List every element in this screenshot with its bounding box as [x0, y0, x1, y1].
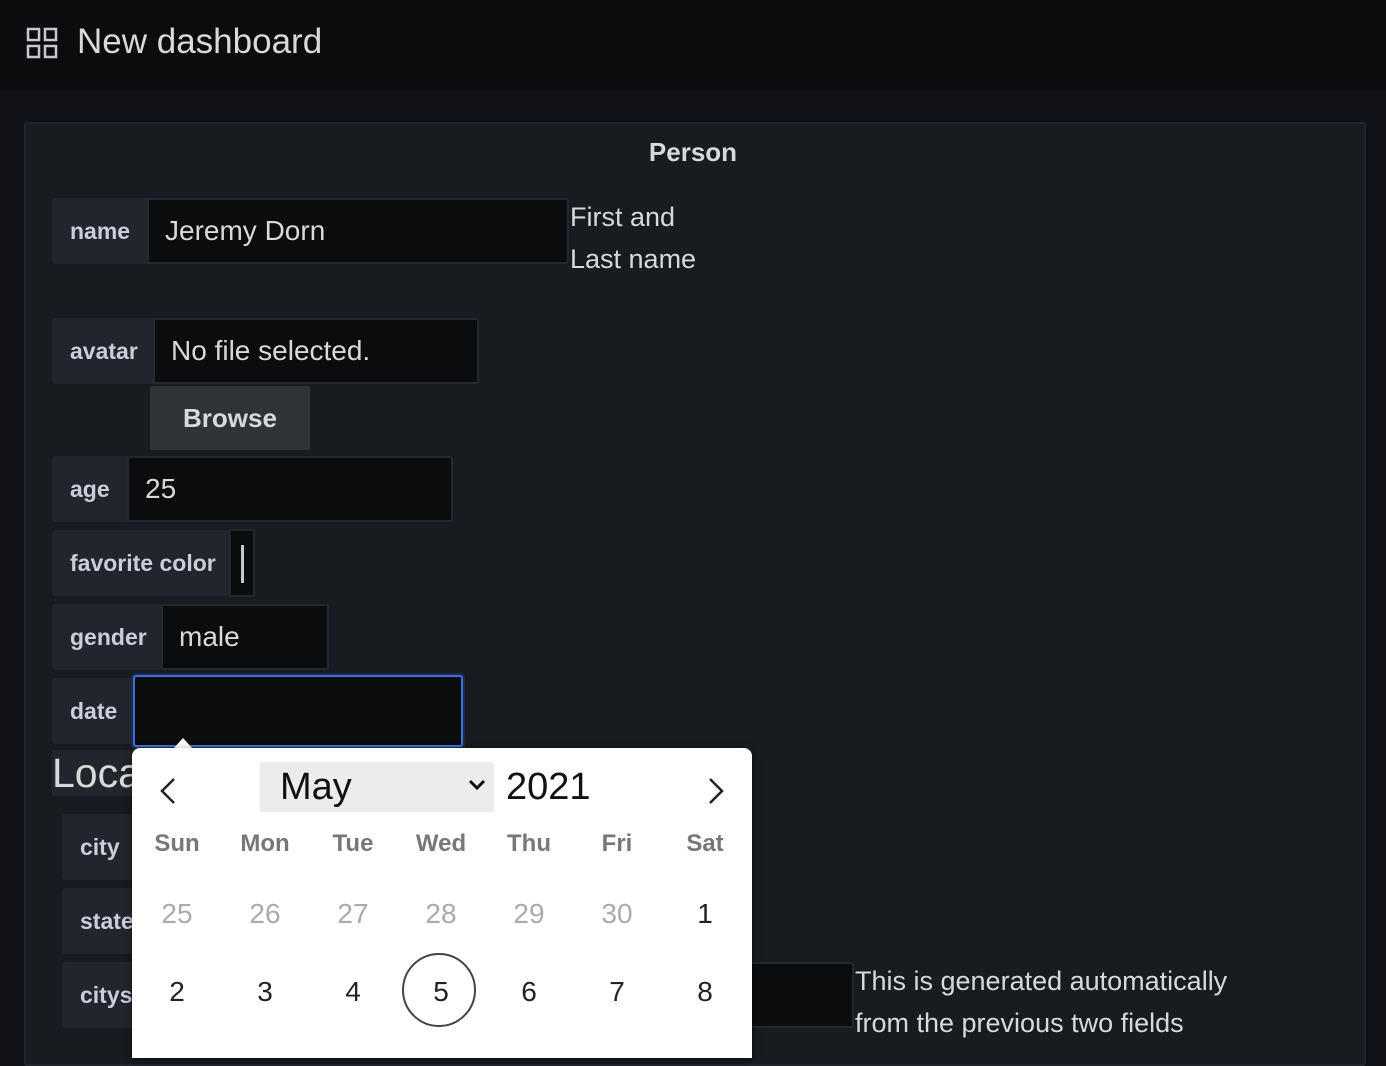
day-cell[interactable]: 2: [133, 976, 221, 1008]
name-help-line2: Last name: [570, 244, 697, 274]
favorite-color-input[interactable]: [229, 529, 255, 597]
date-input[interactable]: [133, 675, 463, 747]
day-cell[interactable]: 29: [485, 898, 573, 930]
citystate-help-line1: This is generated automatically: [855, 966, 1228, 996]
favorite-color-label: favorite color: [52, 530, 230, 596]
dashboard-title[interactable]: New dashboard: [77, 22, 322, 62]
weekday-fri: Fri: [601, 830, 633, 857]
day-cell[interactable]: 30: [573, 898, 661, 930]
weekday-sun: Sun: [154, 830, 200, 857]
day-cell[interactable]: 1: [661, 898, 749, 930]
day-cell[interactable]: 25: [133, 898, 221, 930]
avatar-file-input[interactable]: No file selected.: [153, 318, 479, 384]
day-cell[interactable]: 26: [221, 898, 309, 930]
day-cell[interactable]: 6: [485, 976, 573, 1008]
name-help-line1: First and: [570, 202, 676, 232]
day-cell[interactable]: 27: [309, 898, 397, 930]
name-help: First and Last name: [570, 196, 696, 280]
weekday-wed: Wed: [415, 830, 467, 857]
day-cell[interactable]: 4: [309, 976, 397, 1008]
chevron-left-icon: [160, 778, 175, 804]
grid-icon: [26, 27, 58, 59]
avatar-label: avatar: [52, 318, 154, 384]
month-select[interactable]: May: [260, 762, 494, 812]
prev-month-button[interactable]: [152, 771, 186, 811]
datepicker-popup: May 2021 Sun Mon Tue Wed Thu Fri Sat 25 …: [132, 748, 752, 1058]
name-input[interactable]: Jeremy Dorn: [147, 198, 569, 264]
gender-label: gender: [52, 604, 162, 670]
top-bar: New dashboard: [0, 0, 1386, 90]
browse-button[interactable]: Browse: [150, 386, 310, 450]
weekday-sat: Sat: [686, 830, 724, 857]
chevron-down-icon: [468, 779, 486, 791]
gender-select[interactable]: male: [161, 604, 329, 670]
citystate-input[interactable]: [740, 962, 854, 1028]
color-swatch: [241, 545, 244, 583]
next-month-button[interactable]: [698, 771, 732, 811]
day-cell-selected[interactable]: 5: [397, 976, 485, 1008]
day-cell[interactable]: 3: [221, 976, 309, 1008]
citystate-help-line2: from the previous two fields: [855, 1008, 1184, 1038]
name-label: name: [52, 198, 148, 264]
month-value: May: [280, 766, 352, 808]
weekday-thu: Thu: [507, 830, 551, 857]
weekday-mon: Mon: [240, 830, 290, 857]
citystate-help: This is generated automatically from the…: [855, 960, 1227, 1044]
year-input[interactable]: 2021: [506, 762, 591, 812]
age-label: age: [52, 456, 128, 522]
day-cell[interactable]: 8: [661, 976, 749, 1008]
day-cell[interactable]: 28: [397, 898, 485, 930]
weekday-tue: Tue: [332, 830, 374, 857]
panel-title: Person: [648, 137, 738, 167]
chevron-right-icon: [709, 778, 724, 804]
age-input[interactable]: 25: [127, 456, 453, 522]
day-cell[interactable]: 7: [573, 976, 661, 1008]
date-label: date: [52, 678, 134, 744]
